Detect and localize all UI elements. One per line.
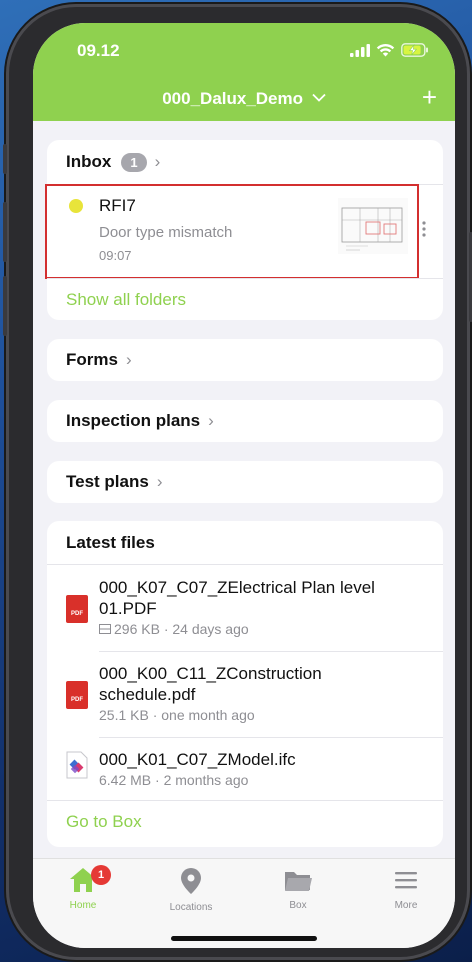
project-name: 000_Dalux_Demo — [162, 89, 304, 108]
inbox-count-badge: 1 — [121, 152, 147, 172]
file-row[interactable]: PDF 000_K07_C07_ZElectrical Plan level 0… — [47, 565, 443, 650]
ifc-icon — [66, 751, 88, 779]
status-time: 09.12 — [77, 41, 120, 60]
tab-box-label: Box — [289, 900, 307, 911]
file-meta: 25.1 KB · one month ago — [99, 707, 255, 723]
volume-down-button — [3, 276, 7, 336]
app-header: 09.12 000_Dalux_Demo + — [33, 23, 455, 121]
chevron-right-icon: › — [208, 411, 214, 430]
chevron-right-icon: › — [125, 350, 132, 369]
file-row[interactable]: 000_K01_C07_ZModel.ifc 6.42 MB · 2 month… — [47, 737, 443, 799]
drawing-thumbnail — [338, 198, 408, 254]
file-name: 000_K01_C07_ZModel.ifc — [99, 750, 296, 769]
file-row[interactable]: PDF 000_K00_C11_ZConstruction schedule.p… — [47, 651, 443, 736]
test-plans-card[interactable]: Test plans › — [47, 461, 443, 503]
forms-card[interactable]: Forms › — [47, 339, 443, 381]
file-name: 000_K07_C07_ZElectrical Plan level 01.PD… — [99, 578, 375, 618]
test-plans-title: Test plans — [66, 472, 149, 491]
chevron-down-icon — [312, 93, 326, 102]
file-name: 000_K00_C11_ZConstruction schedule.pdf — [99, 664, 322, 704]
file-meta: 296 KB · 24 days ago — [99, 621, 419, 637]
folder-icon — [285, 872, 312, 891]
latest-files-card: Latest files PDF 000_K07_C07_ZElectrical… — [47, 521, 443, 847]
chevron-right-icon: › — [156, 472, 163, 491]
chevron-right-icon: › — [154, 152, 161, 171]
home-indicator — [171, 936, 317, 941]
inbox-header[interactable]: Inbox 1 › — [66, 150, 160, 174]
forms-title: Forms — [66, 350, 118, 369]
pdf-icon: PDF — [66, 681, 88, 709]
file-meta: 6.42 MB · 2 months ago — [99, 772, 249, 788]
tab-box[interactable]: Box — [258, 867, 338, 911]
latest-files-title: Latest files — [66, 533, 155, 552]
volume-up-button — [3, 202, 7, 262]
mute-switch — [3, 144, 7, 174]
app-screen: 09.12 000_Dalux_Demo + Inbox 1 › RFI7 Do… — [33, 23, 455, 948]
tab-more-label: More — [394, 900, 418, 911]
phone-frame: 09.12 000_Dalux_Demo + Inbox 1 › RFI7 Do… — [3, 4, 472, 960]
tab-locations[interactable]: Locations — [151, 867, 231, 913]
file-meta-text: 296 KB · 24 days ago — [114, 621, 249, 637]
drawing-sheet-icon — [99, 624, 111, 634]
tab-home[interactable]: 1 Home — [43, 865, 123, 911]
project-switcher[interactable]: 000_Dalux_Demo — [33, 89, 455, 109]
wifi-icon — [376, 43, 395, 57]
tab-bar: 1 Home Locations Box More — [33, 858, 455, 948]
rfi-time: 09:07 — [99, 248, 132, 263]
tab-more[interactable]: More — [366, 867, 446, 911]
pdf-icon: PDF — [66, 595, 88, 623]
home-content: Inbox 1 › RFI7 Door type mismatch 09:07 — [33, 121, 455, 858]
add-button[interactable]: + — [422, 83, 437, 111]
inbox-item-rfi7[interactable]: RFI7 Door type mismatch 09:07 — [45, 184, 443, 279]
tab-locations-label: Locations — [169, 902, 213, 913]
signal-icon — [350, 43, 370, 57]
inspection-plans-card[interactable]: Inspection plans › — [47, 400, 443, 442]
go-to-box-link[interactable]: Go to Box — [66, 812, 142, 832]
rfi-title: RFI7 — [99, 196, 136, 215]
rfi-subtitle: Door type mismatch — [99, 224, 233, 241]
home-badge: 1 — [91, 865, 111, 885]
inbox-card: Inbox 1 › RFI7 Door type mismatch 09:07 — [45, 140, 443, 320]
status-dot — [69, 199, 83, 213]
battery-charging-icon — [401, 43, 428, 57]
more-vertical-icon[interactable] — [422, 220, 426, 238]
inspection-plans-title: Inspection plans — [66, 411, 201, 430]
show-all-folders-link[interactable]: Show all folders — [66, 290, 186, 310]
menu-icon — [395, 872, 417, 889]
inbox-title: Inbox — [66, 152, 112, 171]
location-pin-icon — [181, 868, 201, 894]
status-icons — [350, 43, 429, 57]
tab-home-label: Home — [69, 900, 97, 911]
